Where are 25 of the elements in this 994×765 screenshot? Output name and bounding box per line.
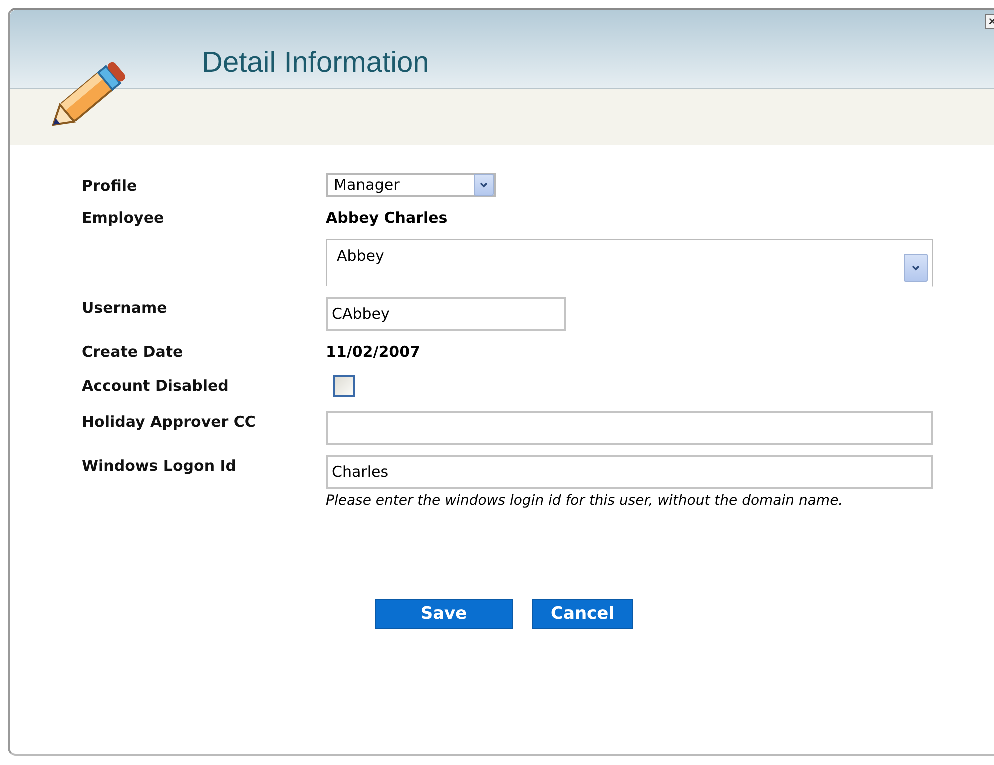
field-label: Employee (82, 208, 166, 229)
chevron-down-icon (911, 263, 921, 273)
date-value: 11/02/2007 (326, 342, 420, 363)
field-label: Account Disabled (82, 376, 230, 397)
hint-text: Please enter the windows login id for this user, without the domain name. (326, 492, 844, 511)
dropdown-button[interactable] (904, 254, 928, 282)
profile-dropdown[interactable]: Manager (326, 173, 496, 197)
field-label: Windows Logon Id (82, 456, 238, 477)
chevron-down-icon (479, 180, 489, 190)
field-label: Username (82, 298, 168, 319)
field-label: Profile (82, 176, 138, 197)
text-field[interactable] (326, 411, 933, 445)
cancel-button[interactable]: Cancel (532, 599, 634, 629)
checkbox[interactable] (333, 375, 355, 397)
field-label: Holiday Approver CC (82, 412, 257, 433)
text-field[interactable]: Charles (326, 455, 933, 489)
save-button[interactable]: Save (375, 599, 513, 629)
employee-dropdown[interactable]: Abbey (326, 239, 933, 287)
dropdown-button[interactable] (474, 174, 494, 196)
dropdown-value: Abbey (337, 246, 384, 265)
dialog-title: Detail Information (202, 47, 430, 80)
employee-name: Abbey Charles (326, 208, 449, 229)
dropdown-value: Manager (334, 176, 400, 194)
text-field[interactable]: CAbbey (326, 297, 566, 331)
field-label: Create Date (82, 342, 184, 363)
